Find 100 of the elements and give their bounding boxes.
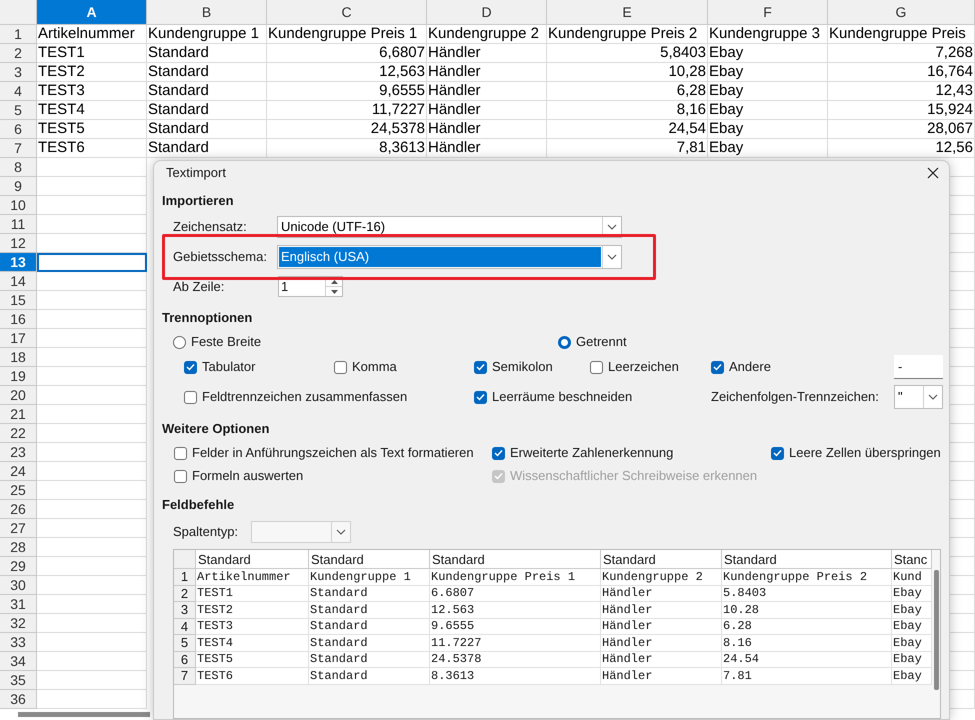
row-header[interactable]: 11: [0, 215, 37, 234]
row-header[interactable]: 10: [0, 196, 37, 215]
row-header[interactable]: 34: [0, 652, 37, 671]
checkbox-label: Erweiterte Zahlenerkennung: [510, 444, 674, 462]
row-header[interactable]: 17: [0, 329, 37, 348]
row-header[interactable]: 1: [0, 25, 37, 44]
row-header[interactable]: 22: [0, 424, 37, 443]
table-cell: 11.7227: [430, 636, 482, 650]
table-cell: Kundengruppe Preis 2: [547, 25, 698, 43]
row-header[interactable]: 28: [0, 538, 37, 557]
table-cell: 7.81: [722, 668, 752, 683]
row-header[interactable]: 36: [0, 690, 37, 709]
checkbox-label: Wissenschaftlicher Schreibweise erkennen: [510, 467, 758, 486]
table-cell: 12,56: [934, 139, 974, 157]
row-header[interactable]: 16: [0, 310, 37, 329]
row-header[interactable]: 8: [0, 158, 37, 177]
table-cell: 12,43: [934, 82, 974, 100]
table-cell: Standard: [309, 619, 368, 634]
table-cell: 5,8403: [659, 44, 707, 62]
table-cell: Händler: [427, 101, 482, 119]
row-header[interactable]: 3: [0, 63, 37, 82]
row-header[interactable]: 12: [0, 234, 37, 253]
table-cell: 16,764: [926, 63, 974, 81]
table-cell: Standard: [147, 82, 210, 100]
table-cell: 6,28: [676, 82, 707, 100]
table-cell: Standard: [309, 668, 368, 683]
table-cell: Händler: [427, 63, 482, 81]
checkbox-label: Leerzeichen: [608, 358, 679, 376]
table-cell: 9.6555: [430, 619, 474, 634]
row-header[interactable]: 19: [0, 367, 37, 386]
table-cell: Händler: [427, 139, 482, 157]
table-cell: Ebay: [708, 139, 744, 157]
table-cell: Ebay: [708, 63, 744, 81]
row-header[interactable]: 25: [0, 481, 37, 500]
table-cell: Kundengruppe 2: [427, 25, 540, 43]
row-header[interactable]: 21: [0, 405, 37, 424]
row-header[interactable]: 14: [0, 272, 37, 291]
row-header[interactable]: 9: [0, 177, 37, 196]
table-cell: 5.8403: [722, 586, 766, 600]
table-cell: Standard: [147, 101, 210, 119]
column-type-header[interactable]: Standard: [196, 550, 309, 569]
row-header[interactable]: 13: [0, 253, 37, 272]
column-header[interactable]: C: [267, 0, 427, 25]
row-header[interactable]: 20: [0, 386, 37, 405]
section-heading: Importieren: [162, 193, 234, 209]
table-cell: 6.6807: [430, 586, 474, 600]
column-type-header[interactable]: Stanc: [892, 550, 932, 569]
row-header[interactable]: 29: [0, 557, 37, 576]
section-heading: Weitere Optionen: [162, 421, 270, 437]
row-header[interactable]: 26: [0, 500, 37, 519]
column-type-header[interactable]: Standard: [601, 550, 722, 569]
row-header[interactable]: 23: [0, 443, 37, 462]
table-cell: TEST4: [37, 101, 86, 119]
checkbox-label: Leerräume beschneiden: [492, 388, 632, 406]
column-header[interactable]: A: [37, 0, 147, 25]
table-cell: 9,6555: [378, 82, 426, 100]
row-header[interactable]: 5: [0, 101, 37, 120]
row-number: 3: [174, 602, 196, 618]
row-header[interactable]: 27: [0, 519, 37, 538]
column-header[interactable]: F: [708, 0, 828, 25]
table-cell: Ebay: [892, 586, 922, 600]
row-number: 2: [174, 586, 196, 602]
dropdown-field[interactable]: Englisch (USA): [277, 245, 622, 269]
table-cell: Ebay: [708, 82, 744, 100]
column-header[interactable]: D: [427, 0, 547, 25]
row-header[interactable]: 33: [0, 633, 37, 652]
table-cell: 28,067: [926, 120, 974, 138]
dropdown-field[interactable]: ": [894, 385, 943, 409]
table-cell: TEST1: [37, 44, 86, 62]
table-cell: 10.28: [722, 602, 760, 617]
row-number: 4: [174, 618, 196, 635]
column-type-header[interactable]: Standard: [722, 550, 892, 569]
row-header[interactable]: 30: [0, 576, 37, 595]
checkbox-label: Formeln auswerten: [192, 467, 304, 486]
row-header[interactable]: 6: [0, 120, 37, 139]
row-header[interactable]: 24: [0, 462, 37, 481]
column-header[interactable]: G: [828, 0, 975, 25]
column-type-header[interactable]: Standard: [430, 550, 601, 569]
table-cell: Ebay: [892, 652, 922, 666]
section-heading: Feldbefehle: [162, 497, 234, 513]
row-header[interactable]: 4: [0, 82, 37, 101]
table-cell: Standard: [309, 636, 368, 650]
row-header[interactable]: 35: [0, 671, 37, 690]
table-cell: TEST5: [37, 120, 86, 138]
row-header[interactable]: 32: [0, 614, 37, 633]
radio-label: Feste Breite: [191, 333, 262, 352]
row-header[interactable]: 15: [0, 291, 37, 310]
row-header[interactable]: 7: [0, 139, 37, 158]
column-header[interactable]: B: [147, 0, 267, 25]
table-cell: TEST4: [196, 636, 234, 650]
table-cell: 24.5378: [430, 652, 482, 666]
table-cell: Kund: [892, 570, 922, 584]
column-header[interactable]: E: [547, 0, 708, 25]
input-field[interactable]: -: [894, 355, 943, 379]
table-cell: Standard: [147, 44, 210, 62]
table-cell: Händler: [601, 636, 652, 650]
row-header[interactable]: 31: [0, 595, 37, 614]
row-header[interactable]: 18: [0, 348, 37, 367]
column-type-header[interactable]: Standard: [309, 550, 430, 569]
row-header[interactable]: 2: [0, 44, 37, 63]
